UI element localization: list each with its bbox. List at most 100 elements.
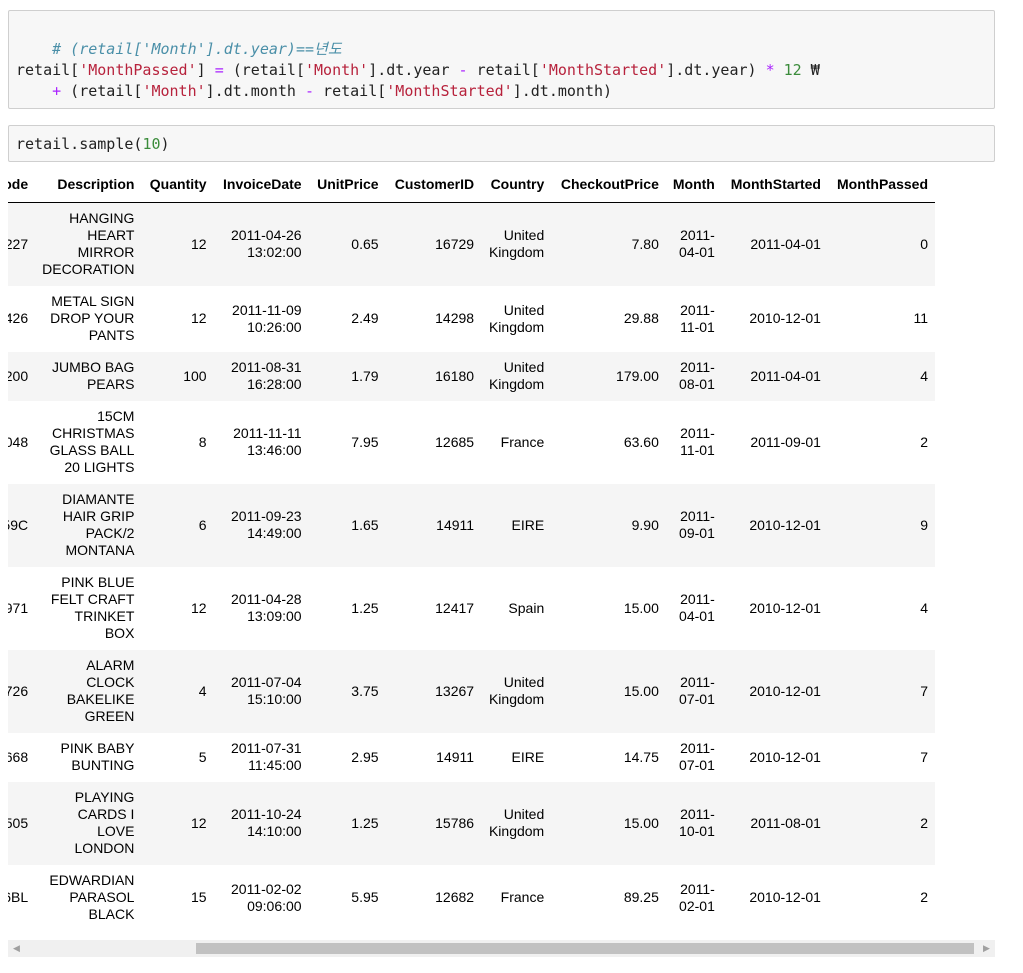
table-cell: Spain [508, 599, 545, 616]
code-comment: # (retail['Month'].dt.year)==년도 [52, 40, 342, 58]
column-header: UnitPrice [308, 166, 386, 203]
table-cell: 7 [920, 748, 928, 765]
column-header: CustomerID [385, 166, 482, 203]
table-row: 23200 JUMBO BAG PEARS 100 2011-08-31 16:28:… [8, 351, 935, 401]
scroll-right-icon[interactable]: ▶ [978, 940, 995, 957]
table-cell: 23200 [8, 367, 29, 384]
table-cell: 4 [920, 367, 928, 384]
table-cell: 2 [920, 433, 928, 450]
table-cell: 2011-02-02 09:06:00 [231, 880, 302, 914]
table-cell: 2011-11-11 13:46:00 [233, 425, 302, 458]
column-header: Month [665, 166, 722, 203]
table-row: 20971 PINK BLUE FELT CRAFT TRINKET BOX 12 2… [8, 566, 935, 650]
table-cell: United Kingdom [488, 674, 545, 707]
table-cell: EIRE [511, 516, 545, 533]
table-cell: 2011-07-01 [679, 740, 715, 773]
table-cell: 14911 [436, 748, 475, 765]
code-token: retail[ [16, 61, 80, 79]
table-cell: 1.25 [351, 599, 379, 616]
table-cell: 22227 [8, 235, 29, 252]
table-cell: PLAYING CARDS I LOVE LONDON [74, 789, 135, 856]
table-cell: 2011-02-01 [679, 880, 715, 914]
table-cell: 2011-11-01 [680, 425, 715, 458]
table-cell: PINK BLUE FELT CRAFT TRINKET BOX [50, 574, 135, 641]
table-cell: 63.60 [623, 433, 659, 450]
table-cell: EDWARDIAN PARASOL BLACK [49, 872, 135, 922]
column-header: CheckoutPrice [551, 166, 666, 203]
table-cell: 22668 [8, 748, 29, 765]
table-cell: 12 [191, 599, 207, 616]
scroll-left-icon[interactable]: ◀ [8, 940, 25, 957]
table-cell: 2011-09-23 14:49:00 [231, 508, 302, 541]
code-line: retail['MonthPassed'] = (retail['Month']… [16, 60, 820, 81]
table-cell: 15786 [435, 814, 475, 831]
code-token: 'MonthStarted' [539, 61, 667, 79]
code-token: 'Month' [305, 61, 369, 79]
table-header-row: StockCode Description Quantity InvoiceDa… [8, 166, 935, 203]
table-cell: 15.00 [623, 599, 659, 616]
code-token: 'Month' [142, 82, 206, 100]
table-cell: 15.00 [623, 814, 659, 831]
table-cell: 9 [920, 516, 928, 533]
table-cell: 5.95 [351, 889, 379, 905]
table-row: 22726 ALARM CLOCK BAKELIKE GREEN 4 2011-07-… [8, 649, 935, 733]
table-cell: 2011-10-01 [679, 806, 715, 839]
table-row: 23426 METAL SIGN DROP YOUR PANTS 12 2011-11… [8, 285, 935, 352]
table-cell: 2011-09-01 [750, 433, 821, 450]
table-cell: 14298 [435, 310, 475, 326]
table-cell: 2011-07-04 15:10:00 [231, 674, 302, 707]
column-header: Quantity [141, 166, 214, 203]
table-cell: 4 [198, 682, 207, 699]
code-line: retail.sample(10) [16, 134, 170, 155]
table-cell: 2011-04-01 [679, 591, 715, 624]
table-cell: 2011-10-24 14:10:00 [231, 806, 302, 839]
table-cell: 15.00 [623, 682, 659, 699]
code-token: 10 [142, 135, 161, 153]
table-cell: 2010-12-01 [749, 889, 821, 905]
table-cell: 2010-12-01 [749, 748, 821, 765]
table-cell: United Kingdom [488, 359, 545, 392]
table-cell: 23505 [8, 814, 29, 831]
table-cell: 23426 [8, 310, 29, 326]
horizontal-scrollbar[interactable]: ◀ ▶ [8, 940, 995, 957]
table-row: 90059C DIAMANTE HAIR GRIP PACK/2 MONTANA 6… [8, 483, 935, 567]
code-token: 'MonthStarted' [386, 82, 513, 100]
table-cell: 8 [198, 433, 207, 450]
code-cell-input[interactable]: retail.sample(10) [8, 125, 995, 162]
scrollbar-thumb[interactable] [196, 943, 974, 954]
table-row: 23505 PLAYING CARDS I LOVE LONDON 12 2011-1… [8, 781, 935, 865]
table-cell: 15CM CHRISTMAS GLASS BALL 20 LIGHTS [49, 408, 135, 475]
table-cell: 2.95 [351, 748, 379, 765]
table-cell: 16729 [435, 235, 475, 252]
table-cell: 0 [920, 235, 928, 252]
table-cell: DIAMANTE HAIR GRIP PACK/2 MONTANA [62, 491, 135, 558]
table-row: 22227 HANGING HEART MIRROR DECORATION 12 20… [8, 202, 935, 286]
table-cell: 2010-12-01 [749, 310, 821, 326]
table-cell: 100 [183, 367, 207, 384]
table-cell: ALARM CLOCK BAKELIKE GREEN [66, 657, 135, 724]
code-token: + [52, 82, 62, 100]
table-cell: 20971 [8, 599, 29, 616]
table-cell: 2011-08-01 [750, 814, 821, 831]
code-cell-input[interactable]: # (retail['Month'].dt.year)==년도 retail['… [8, 10, 995, 109]
table-cell: 12 [191, 814, 207, 831]
code-token: = [214, 61, 224, 79]
code-token: ₩ [801, 61, 820, 79]
code-token: ].dt.year [368, 61, 459, 79]
table-cell: United Kingdom [488, 301, 545, 335]
table-cell: 35048 [8, 433, 29, 450]
code-token: (retail[ [223, 61, 305, 79]
table-cell: 2 [920, 889, 928, 905]
table-cell: 2011-04-01 [679, 227, 715, 261]
table-cell: 2011-04-26 13:02:00 [231, 227, 302, 261]
table-row: 15056BL EDWARDIAN PARASOL BLACK 15 2011-02-… [8, 864, 935, 931]
table-cell: 2.49 [351, 310, 379, 326]
table-cell: 14.75 [623, 748, 659, 765]
output-area: StockCode Description Quantity InvoiceDa… [8, 166, 995, 938]
table-cell: 0.65 [351, 235, 379, 252]
code-token: ].dt.month) [512, 82, 613, 100]
code-token: 'MonthPassed' [79, 61, 197, 79]
code-token: ].dt.year) [666, 61, 766, 79]
column-header: Country [481, 166, 552, 203]
